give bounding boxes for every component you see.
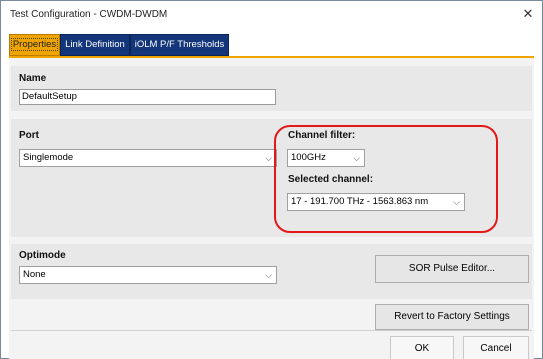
dialog-window: Test Configuration - CWDM-DWDM ✕ Propert… — [0, 0, 543, 359]
name-input[interactable]: DefaultSetup — [19, 89, 276, 105]
optimode-select-value: None — [23, 269, 46, 280]
name-section: Name DefaultSetup — [11, 66, 532, 111]
tab-properties-label: Properties — [10, 38, 59, 51]
selected-channel-label: Selected channel: — [288, 174, 374, 185]
sor-pulse-editor-button[interactable]: SOR Pulse Editor... — [375, 255, 529, 283]
optimode-select[interactable]: None ⌵ — [19, 266, 277, 284]
port-select[interactable]: Singlemode ⌵ — [19, 149, 277, 167]
revert-factory-button[interactable]: Revert to Factory Settings — [375, 304, 529, 330]
cancel-button[interactable]: Cancel — [463, 336, 529, 359]
optimode-label: Optimode — [19, 250, 66, 261]
chevron-down-icon: ⌵ — [353, 153, 360, 163]
title-bar: Test Configuration - CWDM-DWDM ✕ — [1, 1, 542, 29]
port-label: Port — [19, 130, 39, 141]
name-label: Name — [19, 73, 47, 84]
port-select-value: Singlemode — [23, 152, 74, 163]
channel-filter-select[interactable]: 100GHz ⌵ — [287, 149, 365, 167]
window-title: Test Configuration - CWDM-DWDM — [10, 9, 168, 20]
tab-iolm-thresholds-label: iOLM P/F Thresholds — [134, 39, 225, 50]
chevron-down-icon: ⌵ — [453, 197, 460, 207]
port-section: Port Singlemode ⌵ Channel filter: 100GHz… — [11, 119, 532, 237]
tab-iolm-thresholds[interactable]: iOLM P/F Thresholds — [130, 34, 229, 56]
tab-link-definition-label: Link Definition — [65, 39, 125, 50]
tab-link-definition[interactable]: Link Definition — [60, 34, 130, 56]
optimode-section: Optimode None ⌵ SOR Pulse Editor... — [11, 244, 532, 299]
ok-button[interactable]: OK — [390, 336, 454, 359]
selected-channel-value: 17 - 191.700 THz - 1563.863 nm — [291, 196, 429, 207]
channel-filter-value: 100GHz — [291, 152, 326, 163]
selected-channel-select[interactable]: 17 - 191.700 THz - 1563.863 nm ⌵ — [287, 193, 465, 211]
tab-properties[interactable]: Properties — [9, 34, 60, 56]
channel-filter-label: Channel filter: — [288, 130, 356, 141]
chevron-down-icon: ⌵ — [265, 153, 272, 163]
divider — [11, 330, 532, 331]
properties-panel: Name DefaultSetup Port Singlemode ⌵ Chan… — [9, 56, 534, 359]
close-icon[interactable]: ✕ — [518, 5, 538, 23]
chevron-down-icon: ⌵ — [265, 270, 272, 280]
